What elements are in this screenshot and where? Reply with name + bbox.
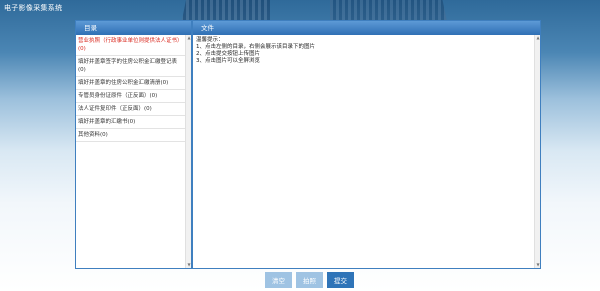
directory-item-other[interactable]: 其他资料(0): [76, 129, 185, 142]
scroll-up-icon[interactable]: ▲: [186, 35, 191, 41]
tip-line-1: 1、点击左侧的目录，右侧会展示该目录下的图片: [196, 44, 316, 50]
tip-line-2: 2、点击提交按钮上传图片: [196, 51, 261, 57]
directory-item-business-license[interactable]: 营业执照（行政事业单位则提供法人证书）(0): [76, 35, 185, 56]
directory-item-registration-form[interactable]: 填好并盖章签字的住房公积金汇缴登记表(0): [76, 56, 185, 77]
directory-list: 营业执照（行政事业单位则提供法人证书）(0) 填好并盖章签字的住房公积金汇缴登记…: [76, 35, 191, 268]
directory-item-payment-slip[interactable]: 填好并盖章的汇缴书(0): [76, 116, 185, 129]
directory-scrollbar[interactable]: ▲ ▼: [185, 35, 191, 268]
directory-item-payment-roster[interactable]: 填好并盖章的住房公积金汇缴清册(0): [76, 77, 185, 90]
file-scrollbar[interactable]: ▲ ▼: [534, 35, 540, 268]
file-area: 温馨提示： 1、点击左侧的目录，右侧会展示该目录下的图片 2、点击提交按钮上传图…: [193, 35, 540, 268]
scroll-down-icon[interactable]: ▼: [186, 262, 191, 268]
scroll-down-icon[interactable]: ▼: [535, 262, 541, 268]
clear-button[interactable]: 清空: [265, 272, 292, 288]
file-panel: 文件 温馨提示： 1、点击左侧的目录，右侧会展示该目录下的图片 2、点击提交按钮…: [192, 20, 541, 269]
action-bar: 清空 拍照 提交: [265, 272, 354, 288]
directory-header: 目录: [76, 21, 191, 35]
app-title: 电子影像采集系统: [4, 4, 63, 12]
tip-line-3: 3、点击图片可以全屏浏览: [196, 58, 261, 64]
directory-item-manager-id[interactable]: 专管员身份证原件（正反面）(0): [76, 90, 185, 103]
scroll-up-icon[interactable]: ▲: [535, 35, 541, 41]
tip-title: 温馨提示：: [196, 37, 224, 43]
directory-item-legal-person-id[interactable]: 法人证件复印件（正反面）(0): [76, 103, 185, 116]
shoot-button[interactable]: 拍照: [296, 272, 323, 288]
submit-button[interactable]: 提交: [327, 272, 354, 288]
directory-panel: 目录 营业执照（行政事业单位则提供法人证书）(0) 填好并盖章签字的住房公积金汇…: [75, 20, 192, 269]
file-header: 文件: [193, 21, 540, 35]
